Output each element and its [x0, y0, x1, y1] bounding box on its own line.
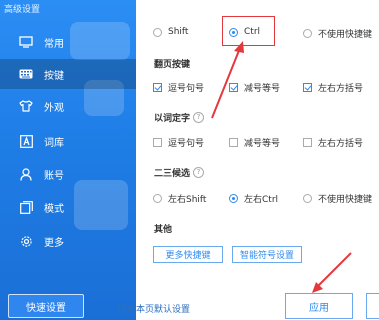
sidebar-item-label: 外观: [44, 102, 64, 114]
sidebar-item-label: 词库: [44, 137, 64, 149]
sidebar-item-lexicon[interactable]: 词库: [0, 126, 136, 156]
sidebar-item-keys[interactable]: 按键: [0, 59, 136, 89]
sidebar-item-label: 更多: [44, 237, 64, 249]
annotation-arrow: [312, 252, 352, 293]
sidebar-item-more[interactable]: 更多: [0, 226, 136, 256]
sidebar-item-label: 账号: [44, 170, 64, 182]
sidebar-item-common[interactable]: 常用: [0, 27, 136, 57]
user-icon: [18, 166, 34, 182]
keyboard-icon: [18, 66, 34, 82]
gear-icon: [18, 233, 34, 249]
annotation-arrow: [211, 41, 244, 119]
monitor-icon: [18, 34, 34, 50]
annotation-arrows: [211, 41, 352, 293]
sidebar-item-mode[interactable]: 模式: [0, 192, 136, 222]
settings-panel: Shift Ctrl 不使用快捷键 翻页按键 逗号句号 减号等号 左右方括号 以…: [118, 0, 379, 320]
shirt-icon: [18, 98, 34, 114]
sidebar: 高级设置 常用 按键 外观 词库 账号 模式 更多 快速设置: [0, 0, 136, 320]
sidebar-item-label: 模式: [44, 203, 64, 215]
sidebar-item-account[interactable]: 账号: [0, 159, 136, 189]
window-title: 高级设置: [4, 5, 41, 15]
quick-setting-button[interactable]: 快速设置: [8, 294, 84, 318]
sidebar-item-label: 按键: [44, 70, 64, 82]
window-icon: [18, 199, 34, 215]
sidebar-item-label: 常用: [44, 38, 64, 50]
sidebar-item-appearance[interactable]: 外观: [0, 91, 136, 121]
letter-a-icon: [18, 133, 34, 149]
